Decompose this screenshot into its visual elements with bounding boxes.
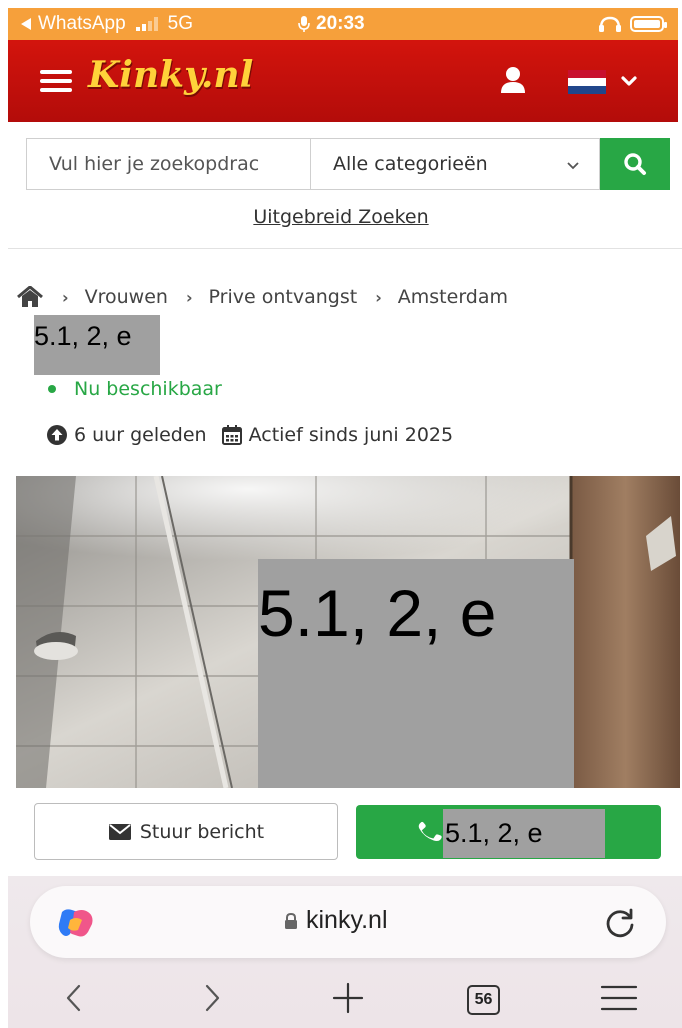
search-icon: [624, 153, 646, 175]
url-text: kinky.nl: [306, 906, 388, 934]
site-header: Kinky.nl: [8, 40, 678, 122]
availability-label: Nu beschikbaar: [74, 378, 222, 400]
lock-icon: [285, 912, 297, 929]
battery-icon: [630, 16, 667, 32]
breadcrumb-item-amsterdam[interactable]: Amsterdam: [398, 286, 508, 308]
home-icon[interactable]: [16, 286, 44, 308]
breadcrumb-separator: ›: [62, 287, 69, 307]
dutch-flag-icon[interactable]: [568, 70, 606, 94]
microphone-icon: [298, 16, 310, 32]
breadcrumb-item-prive-ontvangst[interactable]: Prive ontvangst: [209, 286, 358, 308]
url-display[interactable]: kinky.nl: [284, 906, 388, 935]
tab-count: 56: [474, 991, 493, 1008]
availability-status: Nu beschikbaar: [48, 378, 222, 400]
network-label: 5G: [167, 13, 194, 34]
tabs-button[interactable]: 56: [467, 985, 500, 1015]
search-bar: Vul hier je zoekopdrac Alle categorieën: [26, 138, 670, 190]
site-logo[interactable]: Kinky.nl: [88, 54, 253, 96]
breadcrumb: › Vrouwen › Prive ontvangst › Amsterdam: [16, 286, 508, 308]
user-icon[interactable]: [500, 66, 526, 94]
back-icon[interactable]: [64, 982, 84, 1014]
listing-title-redacted: 5.1, 2, e: [34, 315, 160, 375]
status-time: 20:33: [316, 13, 365, 34]
status-bar: WhatsApp 5G 20:33: [8, 8, 678, 40]
back-to-app[interactable]: WhatsApp 5G: [20, 13, 193, 35]
menu-icon[interactable]: [40, 70, 72, 92]
breadcrumb-separator: ›: [185, 287, 193, 307]
chevron-down-icon: [567, 162, 579, 170]
arrow-up-circle-icon: [47, 425, 67, 445]
search-button[interactable]: [600, 138, 670, 190]
forward-icon[interactable]: [202, 982, 222, 1014]
listing-meta: 6 uur geleden Actief sinds juni 2025: [46, 424, 453, 446]
advanced-search-label[interactable]: Uitgebreid Zoeken: [253, 206, 428, 228]
back-app-label: WhatsApp: [38, 13, 126, 34]
signal-icon: [135, 17, 158, 31]
reload-icon[interactable]: [604, 905, 636, 939]
advanced-search-link[interactable]: Uitgebreid Zoeken: [0, 206, 682, 228]
divider: [8, 248, 682, 249]
category-select[interactable]: Alle categorieën: [310, 138, 600, 190]
search-input[interactable]: Vul hier je zoekopdrac: [26, 138, 310, 190]
send-message-label: Stuur bericht: [139, 820, 265, 843]
calendar-icon: [221, 425, 242, 445]
headphones-icon: [599, 16, 621, 32]
phone-icon: [418, 821, 442, 842]
active-since: Actief sinds juni 2025: [248, 424, 454, 446]
copilot-icon[interactable]: [56, 908, 96, 938]
phone-number-redacted: 5.1, 2, e: [443, 809, 605, 858]
posted-time: 6 uur geleden: [74, 424, 207, 446]
status-dot: [48, 385, 56, 393]
new-tab-icon[interactable]: [332, 982, 364, 1014]
send-message-button[interactable]: Stuur bericht: [34, 803, 338, 860]
breadcrumb-item-vrouwen[interactable]: Vrouwen: [85, 286, 168, 308]
breadcrumb-separator: ›: [375, 287, 382, 307]
category-select-value: Alle categorieën: [333, 153, 488, 175]
status-time-group: 20:33: [298, 13, 365, 35]
photo-redacted-overlay: 5.1, 2, e: [258, 559, 574, 788]
page: WhatsApp 5G 20:33 Kinky.nl Vul hier je z…: [0, 0, 682, 1028]
hamburger-menu-icon[interactable]: [600, 982, 638, 1014]
back-triangle-icon: [21, 18, 31, 30]
envelope-icon: [108, 823, 131, 840]
status-right: [598, 16, 667, 32]
chevron-down-icon[interactable]: [618, 70, 640, 92]
